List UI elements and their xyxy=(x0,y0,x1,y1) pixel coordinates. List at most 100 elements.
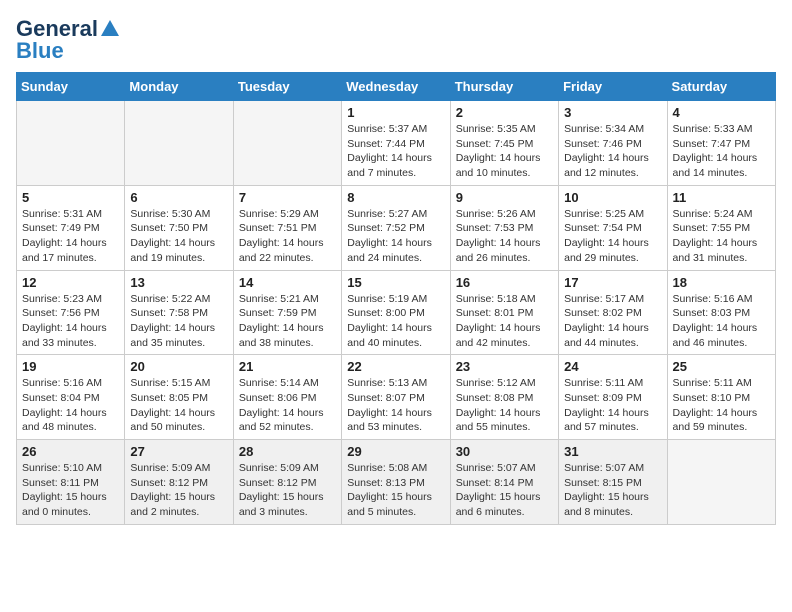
day-number: 15 xyxy=(347,275,444,290)
calendar-day-cell: 21Sunrise: 5:14 AMSunset: 8:06 PMDayligh… xyxy=(233,355,341,440)
day-info: Sunrise: 5:29 AMSunset: 7:51 PMDaylight:… xyxy=(239,207,336,266)
calendar-day-cell: 31 Sunrise: 5:07 AMSunset: 8:15 PMDayligh… xyxy=(559,440,667,525)
day-info: Sunrise: 5:37 AMSunset: 7:44 PMDaylight:… xyxy=(347,122,444,181)
day-info: Sunrise: 5:34 AMSunset: 7:46 PMDaylight:… xyxy=(564,122,661,181)
day-info: Sunrise: 5:16 AMSunset: 8:04 PMDaylight:… xyxy=(22,376,119,435)
calendar-day-cell: 5 Sunrise: 5:31 AMSunset: 7:49 PMDaylight… xyxy=(17,185,125,270)
day-info: Sunrise: 5:13 AMSunset: 8:07 PMDaylight:… xyxy=(347,376,444,435)
calendar-day-cell: 11 Sunrise: 5:24 AMSunset: 7:55 PMDayligh… xyxy=(667,185,775,270)
day-info: Sunrise: 5:27 AMSunset: 7:52 PMDaylight:… xyxy=(347,207,444,266)
day-number: 9 xyxy=(456,190,553,205)
calendar-day-cell: 24 Sunrise: 5:11 AMSunset: 8:09 PMDayligh… xyxy=(559,355,667,440)
day-number: 14 xyxy=(239,275,336,290)
day-info: Sunrise: 5:23 AMSunset: 7:56 PMDaylight:… xyxy=(22,292,119,351)
day-info: Sunrise: 5:15 AMSunset: 8:05 PMDaylight:… xyxy=(130,376,227,435)
day-info: Sunrise: 5:09 AMSunset: 8:12 PMDaylight:… xyxy=(130,461,227,520)
day-info: Sunrise: 5:09 AMSunset: 8:12 PMDaylight:… xyxy=(239,461,336,520)
logo: General Blue xyxy=(16,16,121,64)
calendar-week-row: 26Sunrise: 5:10 AMSunset: 8:11 PMDayligh… xyxy=(17,440,776,525)
day-number: 29 xyxy=(347,444,444,459)
calendar-day-cell: 7 Sunrise: 5:29 AMSunset: 7:51 PMDaylight… xyxy=(233,185,341,270)
day-info: Sunrise: 5:11 AMSunset: 8:09 PMDaylight:… xyxy=(564,376,661,435)
day-info: Sunrise: 5:31 AMSunset: 7:49 PMDaylight:… xyxy=(22,207,119,266)
calendar-day-cell: 15 Sunrise: 5:19 AMSunset: 8:00 PMDayligh… xyxy=(342,270,450,355)
day-info: Sunrise: 5:07 AMSunset: 8:15 PMDaylight:… xyxy=(564,461,661,520)
calendar-day-cell xyxy=(667,440,775,525)
day-info: Sunrise: 5:21 AMSunset: 7:59 PMDaylight:… xyxy=(239,292,336,351)
day-number: 5 xyxy=(22,190,119,205)
header: General Blue xyxy=(16,16,776,64)
day-info: Sunrise: 5:30 AMSunset: 7:50 PMDaylight:… xyxy=(130,207,227,266)
calendar-week-row: 12 Sunrise: 5:23 AMSunset: 7:56 PMDayligh… xyxy=(17,270,776,355)
calendar-day-cell: 2 Sunrise: 5:35 AMSunset: 7:45 PMDaylight… xyxy=(450,101,558,186)
calendar-day-cell: 19 Sunrise: 5:16 AMSunset: 8:04 PMDayligh… xyxy=(17,355,125,440)
day-number: 10 xyxy=(564,190,661,205)
day-number: 13 xyxy=(130,275,227,290)
day-of-week-header: Thursday xyxy=(450,73,558,101)
calendar-day-cell: 13 Sunrise: 5:22 AMSunset: 7:58 PMDayligh… xyxy=(125,270,233,355)
calendar-day-cell: 4 Sunrise: 5:33 AMSunset: 7:47 PMDaylight… xyxy=(667,101,775,186)
day-number: 23 xyxy=(456,359,553,374)
day-number: 22 xyxy=(347,359,444,374)
day-info: Sunrise: 5:19 AMSunset: 8:00 PMDaylight:… xyxy=(347,292,444,351)
day-number: 26 xyxy=(22,444,119,459)
day-number: 31 xyxy=(564,444,661,459)
day-number: 21 xyxy=(239,359,336,374)
calendar-day-cell: 8 Sunrise: 5:27 AMSunset: 7:52 PMDaylight… xyxy=(342,185,450,270)
day-number: 17 xyxy=(564,275,661,290)
day-number: 1 xyxy=(347,105,444,120)
day-number: 6 xyxy=(130,190,227,205)
calendar-day-cell: 30 Sunrise: 5:07 AMSunset: 8:14 PMDayligh… xyxy=(450,440,558,525)
day-of-week-header: Friday xyxy=(559,73,667,101)
day-number: 3 xyxy=(564,105,661,120)
day-info: Sunrise: 5:25 AMSunset: 7:54 PMDaylight:… xyxy=(564,207,661,266)
day-info: Sunrise: 5:16 AMSunset: 8:03 PMDaylight:… xyxy=(673,292,770,351)
logo-blue: Blue xyxy=(16,38,64,64)
calendar-day-cell: 22 Sunrise: 5:13 AMSunset: 8:07 PMDayligh… xyxy=(342,355,450,440)
day-info: Sunrise: 5:35 AMSunset: 7:45 PMDaylight:… xyxy=(456,122,553,181)
day-number: 12 xyxy=(22,275,119,290)
calendar-header-row: SundayMondayTuesdayWednesdayThursdayFrid… xyxy=(17,73,776,101)
calendar-week-row: 1 Sunrise: 5:37 AMSunset: 7:44 PMDaylight… xyxy=(17,101,776,186)
day-info: Sunrise: 5:18 AMSunset: 8:01 PMDaylight:… xyxy=(456,292,553,351)
calendar-day-cell: 14 Sunrise: 5:21 AMSunset: 7:59 PMDayligh… xyxy=(233,270,341,355)
day-info: Sunrise: 5:22 AMSunset: 7:58 PMDaylight:… xyxy=(130,292,227,351)
calendar-week-row: 19 Sunrise: 5:16 AMSunset: 8:04 PMDayligh… xyxy=(17,355,776,440)
day-info: Sunrise: 5:24 AMSunset: 7:55 PMDaylight:… xyxy=(673,207,770,266)
day-of-week-header: Wednesday xyxy=(342,73,450,101)
day-number: 27 xyxy=(130,444,227,459)
day-number: 7 xyxy=(239,190,336,205)
day-info: Sunrise: 5:33 AMSunset: 7:47 PMDaylight:… xyxy=(673,122,770,181)
day-info: Sunrise: 5:26 AMSunset: 7:53 PMDaylight:… xyxy=(456,207,553,266)
calendar-day-cell: 27 Sunrise: 5:09 AMSunset: 8:12 PMDayligh… xyxy=(125,440,233,525)
calendar-day-cell: 3 Sunrise: 5:34 AMSunset: 7:46 PMDaylight… xyxy=(559,101,667,186)
day-of-week-header: Sunday xyxy=(17,73,125,101)
calendar-day-cell: 29 Sunrise: 5:08 AMSunset: 8:13 PMDayligh… xyxy=(342,440,450,525)
day-number: 4 xyxy=(673,105,770,120)
day-of-week-header: Saturday xyxy=(667,73,775,101)
calendar-day-cell: 28Sunrise: 5:09 AMSunset: 8:12 PMDayligh… xyxy=(233,440,341,525)
day-of-week-header: Tuesday xyxy=(233,73,341,101)
calendar-day-cell: 1 Sunrise: 5:37 AMSunset: 7:44 PMDaylight… xyxy=(342,101,450,186)
day-info: Sunrise: 5:07 AMSunset: 8:14 PMDaylight:… xyxy=(456,461,553,520)
calendar-day-cell: 16Sunrise: 5:18 AMSunset: 8:01 PMDayligh… xyxy=(450,270,558,355)
day-number: 8 xyxy=(347,190,444,205)
day-info: Sunrise: 5:11 AMSunset: 8:10 PMDaylight:… xyxy=(673,376,770,435)
day-number: 24 xyxy=(564,359,661,374)
calendar-day-cell xyxy=(233,101,341,186)
calendar-day-cell: 17Sunrise: 5:17 AMSunset: 8:02 PMDayligh… xyxy=(559,270,667,355)
calendar-day-cell: 25 Sunrise: 5:11 AMSunset: 8:10 PMDayligh… xyxy=(667,355,775,440)
calendar-day-cell: 10 Sunrise: 5:25 AMSunset: 7:54 PMDayligh… xyxy=(559,185,667,270)
calendar-day-cell: 23Sunrise: 5:12 AMSunset: 8:08 PMDayligh… xyxy=(450,355,558,440)
day-number: 18 xyxy=(673,275,770,290)
calendar-day-cell: 18 Sunrise: 5:16 AMSunset: 8:03 PMDayligh… xyxy=(667,270,775,355)
day-number: 11 xyxy=(673,190,770,205)
calendar-day-cell: 26Sunrise: 5:10 AMSunset: 8:11 PMDayligh… xyxy=(17,440,125,525)
day-number: 2 xyxy=(456,105,553,120)
day-number: 19 xyxy=(22,359,119,374)
day-info: Sunrise: 5:08 AMSunset: 8:13 PMDaylight:… xyxy=(347,461,444,520)
day-number: 25 xyxy=(673,359,770,374)
calendar-day-cell: 20Sunrise: 5:15 AMSunset: 8:05 PMDayligh… xyxy=(125,355,233,440)
day-number: 30 xyxy=(456,444,553,459)
calendar-day-cell: 6 Sunrise: 5:30 AMSunset: 7:50 PMDaylight… xyxy=(125,185,233,270)
